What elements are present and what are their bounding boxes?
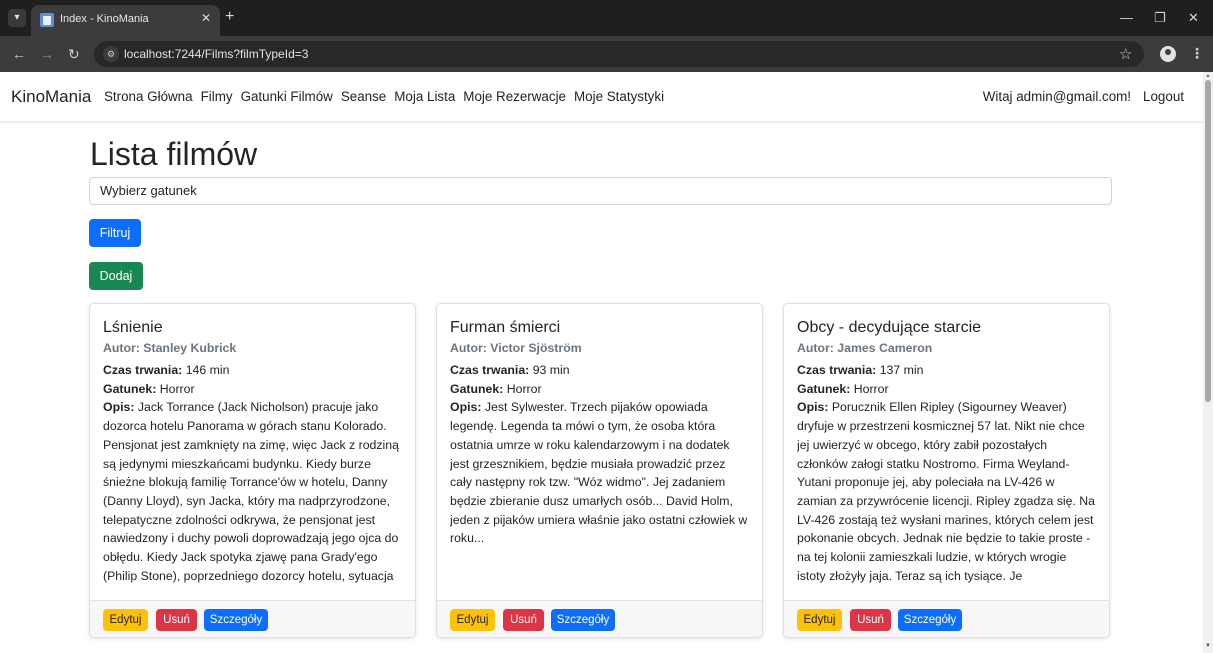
nav-link-screenings[interactable]: Seanse [341,89,386,104]
delete-button[interactable]: Usuń [850,609,891,631]
duration-value: 146 min [185,363,230,377]
film-title: Lśnienie [103,319,163,336]
tab-search-icon[interactable]: ▾ [8,9,26,27]
film-card-footer: Edytuj Usuń Szczegóły [784,600,1109,637]
film-card-body: Lśnienie Autor: Stanley Kubrick Czas trw… [103,318,403,586]
film-title: Furman śmierci [450,319,561,336]
reload-icon[interactable]: ↻ [68,46,80,62]
film-title: Obcy - decydujące starcie [797,319,982,336]
site-navbar: KinoMania Strona Główna Filmy Gatunki Fi… [0,72,1203,122]
genre-value: Horror [506,381,542,396]
browser-toolbar: ← → ↻ ⚙ localhost:7244/Films?filmTypeId=… [0,36,1213,72]
browser-tab-bar: ▾ Index - KinoMania ✕ + — ❐ ✕ [0,0,1213,36]
film-description: Opis: Jack Torrance (Jack Nicholson) pra… [103,398,403,586]
film-duration: Czas trwania: 137 min [797,361,1097,380]
site-info-icon[interactable]: ⚙ [103,46,119,62]
film-card-footer: Edytuj Usuń Szczegóły [437,600,762,637]
delete-button[interactable]: Usuń [503,609,544,631]
film-genre: Gatunek: Horror [103,380,403,399]
bookmark-star-icon[interactable]: ☆ [1119,45,1132,63]
filter-button[interactable]: Filtruj [89,219,141,247]
film-card-footer: Edytuj Usuń Szczegóły [90,600,415,637]
duration-label: Czas trwania: [797,363,877,377]
duration-value: 93 min [532,363,570,377]
scroll-up-icon[interactable]: ▲ [1205,73,1211,79]
film-genre: Gatunek: Horror [797,380,1097,399]
nav-user-area: Witaj admin@gmail.com! Logout [983,89,1184,104]
genre-label: Gatunek: [797,381,851,396]
details-button[interactable]: Szczegóły [204,609,268,631]
description-text: Porucznik Ellen Ripley (Sigourney Weaver… [797,400,1095,583]
description-text: Jest Sylwester. Trzech pijaków opowiada … [450,400,748,546]
film-description: Opis: Porucznik Ellen Ripley (Sigourney … [797,398,1097,586]
genre-value: Horror [853,381,889,396]
tab-title: Index - KinoMania [60,13,149,25]
browser-menu-icon[interactable]: ⋮ [1190,45,1204,62]
restore-icon[interactable]: ❐ [1154,10,1166,26]
page-favicon-icon [40,13,54,27]
forward-arrow-icon[interactable]: → [40,46,54,62]
scroll-down-icon[interactable]: ▼ [1205,643,1211,649]
nav-link-genres[interactable]: Gatunki Filmów [241,89,333,104]
edit-button[interactable]: Edytuj [797,609,842,631]
address-bar[interactable]: ⚙ localhost:7244/Films?filmTypeId=3 ☆ [94,41,1144,67]
details-button[interactable]: Szczegóły [898,609,962,631]
tab-close-icon[interactable]: ✕ [201,11,211,25]
genre-value: Horror [159,381,195,396]
nav-link-home[interactable]: Strona Główna [104,89,193,104]
film-card-body: Obcy - decydujące starcie Autor: James C… [797,318,1097,586]
film-card-body: Furman śmierci Autor: Victor Sjöström Cz… [450,318,750,586]
delete-button[interactable]: Usuń [156,609,197,631]
film-author: Autor: Victor Sjöström [450,341,582,355]
genre-select[interactable]: Wybierz gatunek [89,177,1112,205]
genre-label: Gatunek: [450,381,504,396]
scrollbar-thumb[interactable] [1205,80,1211,402]
new-tab-icon[interactable]: + [225,8,234,26]
browser-tab[interactable]: Index - KinoMania ✕ [31,5,220,36]
window-close-icon[interactable]: ✕ [1188,10,1199,26]
film-duration: Czas trwania: 93 min [450,361,750,380]
film-duration: Czas trwania: 146 min [103,361,403,380]
brand-link[interactable]: KinoMania [11,87,91,107]
duration-label: Czas trwania: [103,363,183,377]
edit-button[interactable]: Edytuj [103,609,148,631]
nav-link-my-statistics[interactable]: Moje Statystyki [574,89,664,104]
description-label: Opis: [797,400,829,415]
edit-button[interactable]: Edytuj [450,609,495,631]
film-author: Autor: Stanley Kubrick [103,341,237,355]
nav-link-my-list[interactable]: Moja Lista [394,89,455,104]
film-card: Lśnienie Autor: Stanley Kubrick Czas trw… [89,303,416,638]
duration-value: 137 min [879,363,924,377]
minimize-icon[interactable]: — [1120,10,1133,25]
url-text[interactable]: localhost:7244/Films?filmTypeId=3 [124,47,308,61]
description-label: Opis: [103,400,135,415]
details-button[interactable]: Szczegóły [551,609,615,631]
description-label: Opis: [450,400,482,415]
user-greeting-link[interactable]: Witaj admin@gmail.com! [983,89,1131,104]
page-title: Lista filmów [90,136,258,172]
genre-label: Gatunek: [103,381,157,396]
logout-link[interactable]: Logout [1143,89,1184,104]
film-author: Autor: James Cameron [797,341,933,355]
duration-label: Czas trwania: [450,363,530,377]
description-text: Jack Torrance (Jack Nicholson) pracuje j… [103,400,399,583]
film-card: Obcy - decydujące starcie Autor: James C… [783,303,1110,638]
film-genre: Gatunek: Horror [450,380,750,399]
nav-link-films[interactable]: Filmy [201,89,233,104]
film-description: Opis: Jest Sylwester. Trzech pijaków opo… [450,398,750,586]
film-card: Furman śmierci Autor: Victor Sjöström Cz… [436,303,763,638]
nav-link-my-reservations[interactable]: Moje Rezerwacje [463,89,566,104]
page-scrollbar[interactable]: ▲ ▼ [1203,72,1213,653]
profile-avatar-icon[interactable] [1160,46,1176,62]
back-arrow-icon[interactable]: ← [12,46,26,62]
add-film-button[interactable]: Dodaj [89,262,143,290]
nav-links: Strona Główna Filmy Gatunki Filmów Seans… [104,89,664,104]
